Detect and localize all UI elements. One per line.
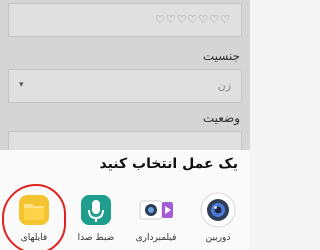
app-video-label: فیلمبرداری <box>135 233 177 243</box>
sheet-title: یک عمل انتخاب کنید <box>99 156 238 172</box>
camera-icon <box>200 192 236 228</box>
app-voice-recorder[interactable]: ضبط صدا <box>68 190 124 246</box>
video-camera-icon <box>139 200 173 220</box>
app-voice-recorder-label: ضبط صدا <box>77 233 115 243</box>
app-camera-label: دوربین <box>205 233 231 243</box>
screen: ♡♡♡♡♡♡♡ جنسیت زن ▾ وضعیت یک عمل انتخاب ک… <box>0 0 250 250</box>
red-highlight-circle <box>2 184 66 250</box>
microphone-icon <box>81 195 111 225</box>
app-camera[interactable]: دوربین <box>190 190 246 246</box>
app-video[interactable]: فیلمبرداری <box>128 190 184 246</box>
